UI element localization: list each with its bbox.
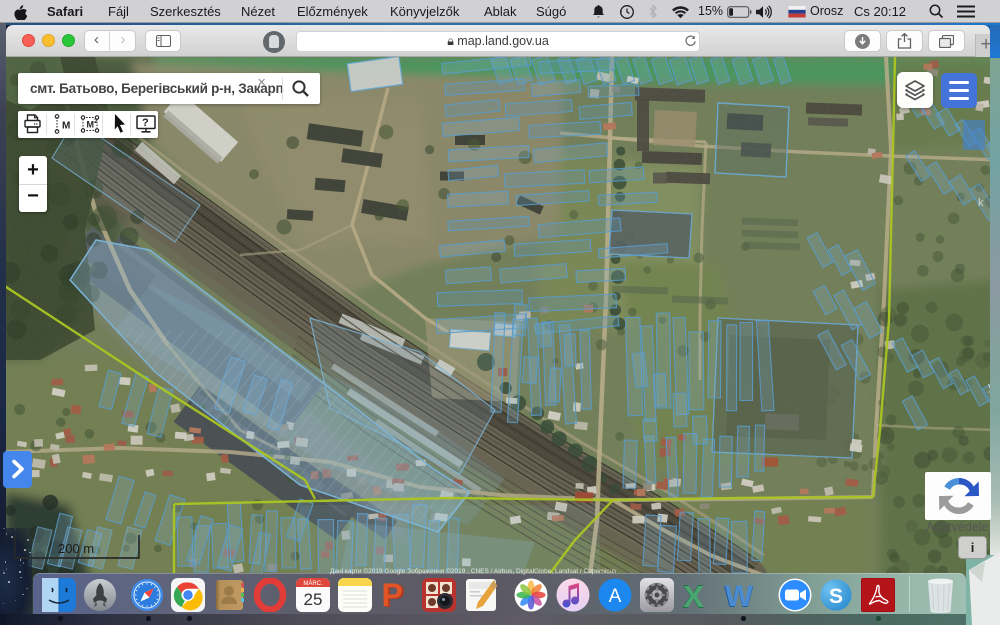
svg-text:?: ?	[142, 117, 149, 129]
svg-text:200 m: 200 m	[58, 541, 94, 556]
svg-text:P: P	[382, 578, 403, 612]
svg-text:S: S	[829, 585, 843, 608]
svg-text:MÁRC.: MÁRC.	[303, 580, 323, 587]
svg-text:2: 2	[94, 118, 98, 125]
svg-text:X: X	[683, 579, 704, 612]
svg-text:25: 25	[304, 590, 323, 609]
svg-text:W: W	[725, 580, 753, 612]
svg-text:M: M	[87, 120, 95, 130]
svg-text:M: M	[62, 121, 70, 132]
svg-text:A: A	[609, 586, 622, 607]
